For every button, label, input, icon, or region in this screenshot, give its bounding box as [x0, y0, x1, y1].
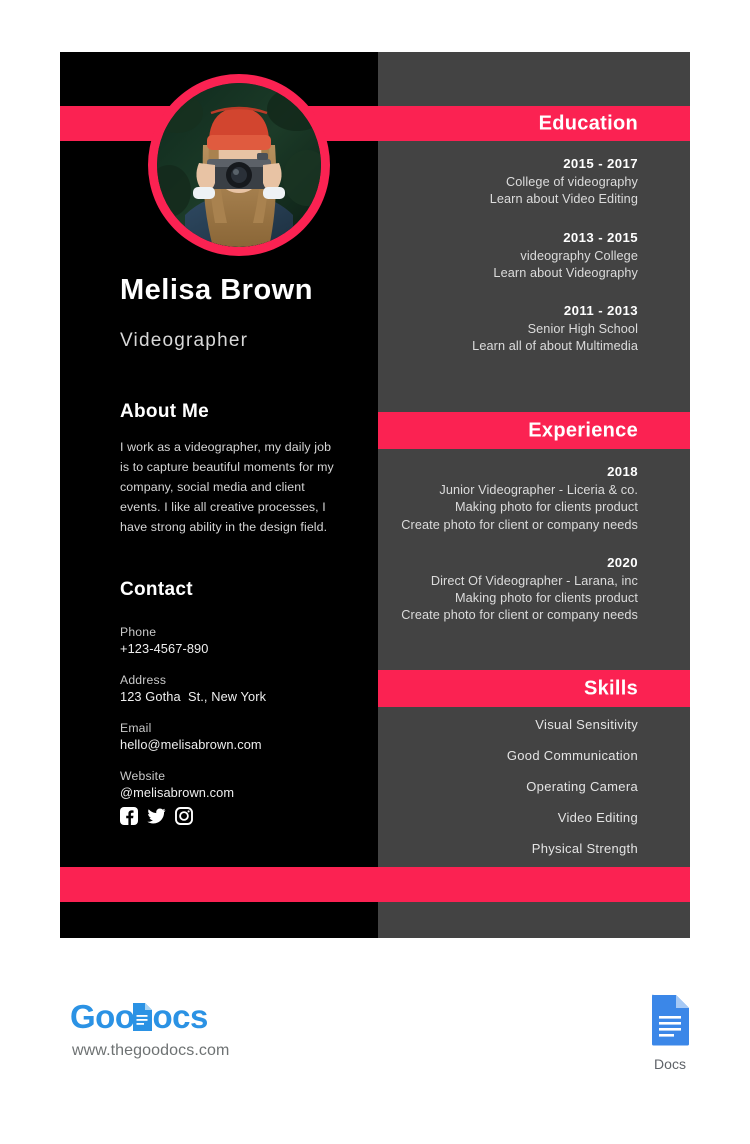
experience-entry: 2018 Junior Videographer - Liceria & co. M…: [392, 464, 638, 534]
avatar: [148, 74, 330, 256]
contact-item: Email hello@melisabrown.com: [120, 721, 350, 752]
experience-entry: 2020 Direct Of Videographer - Larana, inc…: [392, 555, 638, 625]
entry-year: 2015 - 2017: [563, 156, 638, 171]
entry-line: Making photo for clients product: [454, 591, 638, 606]
skill-item: Video Editing: [557, 810, 638, 825]
twitter-icon[interactable]: [147, 807, 166, 830]
entry-line: Learn all of about Multimedia: [472, 339, 638, 354]
entry-line: Junior Videographer - Liceria & co.: [439, 483, 638, 497]
goodocs-logo: Goo ocs: [70, 998, 229, 1036]
experience-heading: Experience: [528, 419, 638, 441]
docs-block[interactable]: Docs: [640, 994, 700, 1072]
instagram-icon[interactable]: [175, 807, 193, 830]
person-role: Videographer: [120, 330, 249, 351]
entry-line: College of videography: [506, 175, 638, 189]
contact-label: Website: [120, 769, 166, 783]
skill-item: Good Communication: [506, 748, 638, 763]
education-entry: 2015 - 2017 College of videography Learn a…: [392, 156, 638, 209]
contact-item: Website @melisabrown.com: [120, 769, 350, 800]
education-heading: Education: [538, 112, 638, 134]
entry-year: 2011 - 2013: [563, 303, 638, 319]
contact-section: Contact Phone +123-4567-890 Address 123 Got…: [120, 579, 350, 817]
education-entry: 2011 - 2013 Senior High School Learn all o…: [392, 303, 638, 356]
google-docs-icon[interactable]: [640, 994, 700, 1051]
contact-heading: Contact: [120, 579, 193, 600]
skill-item: Visual Sensitivity: [535, 717, 638, 732]
contact-value[interactable]: hello@melisabrown.com: [120, 737, 350, 752]
entry-line: Create photo for client or company needs: [401, 608, 638, 623]
avatar-image: [157, 83, 321, 247]
skills-band: Skills: [378, 670, 690, 707]
contact-value[interactable]: @melisabrown.com: [120, 785, 350, 800]
contact-label: Email: [120, 721, 152, 735]
docs-label: Docs: [654, 1056, 686, 1072]
brand-url[interactable]: www.thegoodocs.com: [72, 1042, 229, 1060]
skill-item: Physical Strength: [531, 841, 638, 856]
entry-line: Direct Of Videographer - Larana, inc: [430, 573, 638, 588]
photographer-photo-icon: [157, 83, 321, 247]
contact-value[interactable]: 123 Gotha St., New York: [120, 689, 350, 704]
entry-line: Learn about Video Editing: [489, 192, 638, 207]
entry-line: videography College: [520, 248, 638, 263]
document-glyph-icon: [131, 1002, 153, 1032]
entry-year: 2018: [607, 464, 638, 479]
contact-value[interactable]: +123-4567-890: [120, 641, 350, 656]
entry-line: Create photo for client or company needs: [401, 517, 638, 532]
skills-heading: Skills: [583, 677, 638, 699]
entry-year: 2020: [607, 554, 638, 570]
experience-list: 2018 Junior Videographer - Liceria & co. M…: [378, 464, 690, 646]
social-links: [120, 807, 193, 830]
about-section: About Me I work as a videographer, my da…: [120, 401, 342, 537]
person-name: Melisa Brown: [120, 274, 313, 306]
page-footer: Goo ocs www.thegoodocs.com Docs: [0, 980, 750, 1100]
about-text: I work as a videographer, my daily job i…: [120, 440, 334, 535]
contact-item: Address 123 Gotha St., New York: [120, 673, 350, 704]
bottom-accent-band: [60, 867, 690, 902]
brand-text-goo: Goo: [70, 998, 135, 1035]
experience-band: Experience: [378, 412, 690, 449]
entry-line: Learn about Videography: [493, 265, 638, 280]
skills-list: Visual Sensitivity Good Communication Oper…: [378, 717, 690, 872]
education-list: 2015 - 2017 College of videography Learn a…: [378, 156, 690, 377]
entry-line: Senior High School: [527, 322, 638, 337]
skill-item: Operating Camera: [526, 779, 638, 794]
brand-block: Goo ocs www.thegoodocs.com: [70, 998, 229, 1060]
contact-list: Phone +123-4567-890 Address 123 Gotha St., …: [120, 625, 350, 800]
education-entry: 2013 - 2015 videography College Learn abou…: [392, 230, 638, 283]
brand-text-ocs: ocs: [152, 998, 208, 1035]
contact-label: Address: [120, 673, 167, 687]
entry-line: Making photo for clients product: [454, 500, 638, 515]
entry-year: 2013 - 2015: [563, 229, 638, 245]
facebook-icon[interactable]: [120, 807, 138, 830]
resume-card: Education Melisa Brown Videographer Abou…: [60, 52, 690, 938]
contact-label: Phone: [120, 625, 157, 639]
contact-item: Phone +123-4567-890: [120, 625, 350, 656]
about-heading: About Me: [120, 401, 209, 422]
